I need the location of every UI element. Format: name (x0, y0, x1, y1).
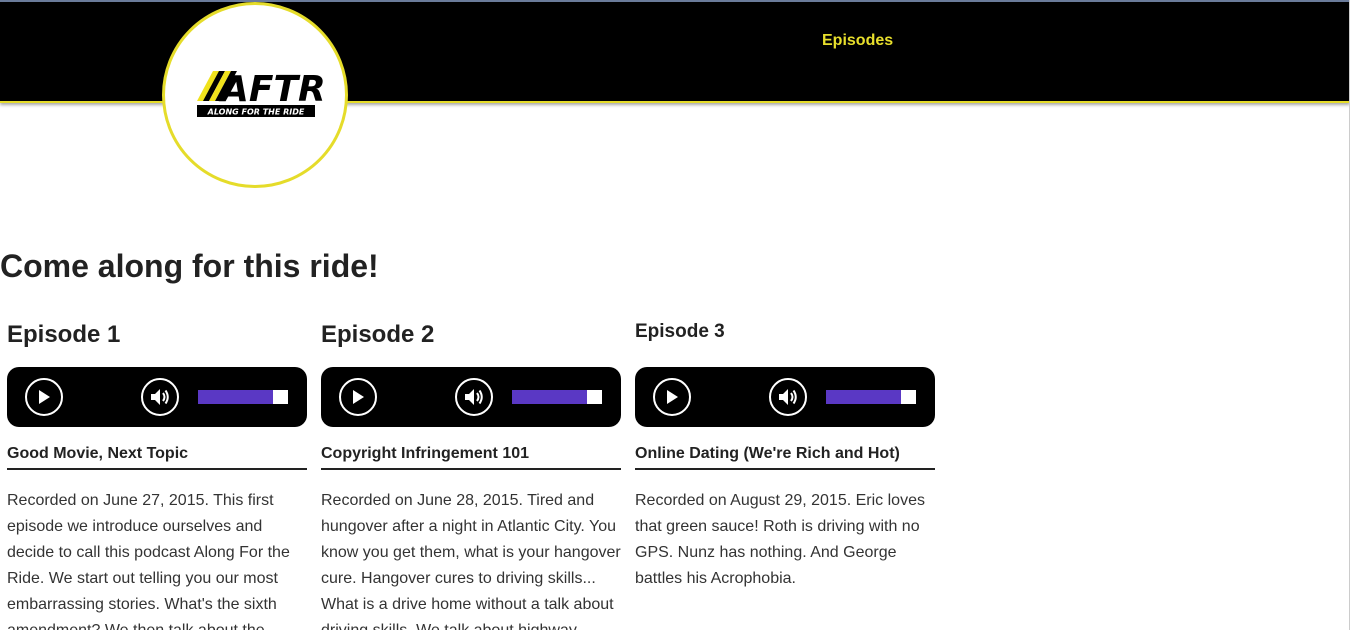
audio-player (7, 367, 307, 427)
page-title: Come along for this ride! (0, 248, 379, 284)
episode-title: Copyright Infringement 101 (321, 445, 621, 470)
episode-card: Episode 3 Online Dating (We're Rich and … (635, 318, 935, 592)
volume-button[interactable] (455, 378, 493, 416)
volume-button[interactable] (769, 378, 807, 416)
volume-icon (779, 389, 797, 405)
volume-icon (151, 389, 169, 405)
logo-main-text: AFTR (218, 69, 325, 110)
volume-button[interactable] (141, 378, 179, 416)
logo-tagline: ALONG FOR THE RIDE (207, 108, 305, 117)
volume-slider[interactable] (198, 390, 288, 404)
play-button[interactable] (25, 378, 63, 416)
play-icon (39, 390, 50, 404)
volume-slider[interactable] (826, 390, 916, 404)
nav-episodes-link[interactable]: Episodes (822, 32, 893, 50)
episode-card: Episode 1 Good Movie, Next Topic Recorde… (7, 320, 307, 630)
episode-card: Episode 2 Copyright Infringement 101 Rec… (321, 320, 621, 630)
play-icon (353, 390, 364, 404)
episode-title: Online Dating (We're Rich and Hot) (635, 445, 935, 470)
play-icon (667, 390, 678, 404)
audio-player (635, 367, 935, 427)
volume-level (198, 390, 273, 404)
episode-description: Recorded on August 29, 2015. Eric loves … (635, 492, 925, 587)
volume-icon (465, 389, 483, 405)
audio-player (321, 367, 621, 427)
episode-description: Recorded on June 27, 2015. This first ep… (7, 492, 290, 630)
episode-title: Good Movie, Next Topic (7, 445, 307, 470)
episode-heading: Episode 1 (7, 321, 121, 348)
play-button[interactable] (653, 378, 691, 416)
volume-level (512, 390, 587, 404)
play-button[interactable] (339, 378, 377, 416)
episode-heading: Episode 2 (321, 321, 435, 348)
episode-heading: Episode 3 (635, 321, 725, 342)
volume-slider[interactable] (512, 390, 602, 404)
volume-level (826, 390, 901, 404)
episode-description: Recorded on June 28, 2015. Tired and hun… (321, 492, 621, 630)
aftr-logo[interactable]: AFTR ALONG FOR THE RIDE (162, 2, 348, 188)
aftr-logo-graphic: AFTR ALONG FOR THE RIDE (197, 69, 325, 117)
